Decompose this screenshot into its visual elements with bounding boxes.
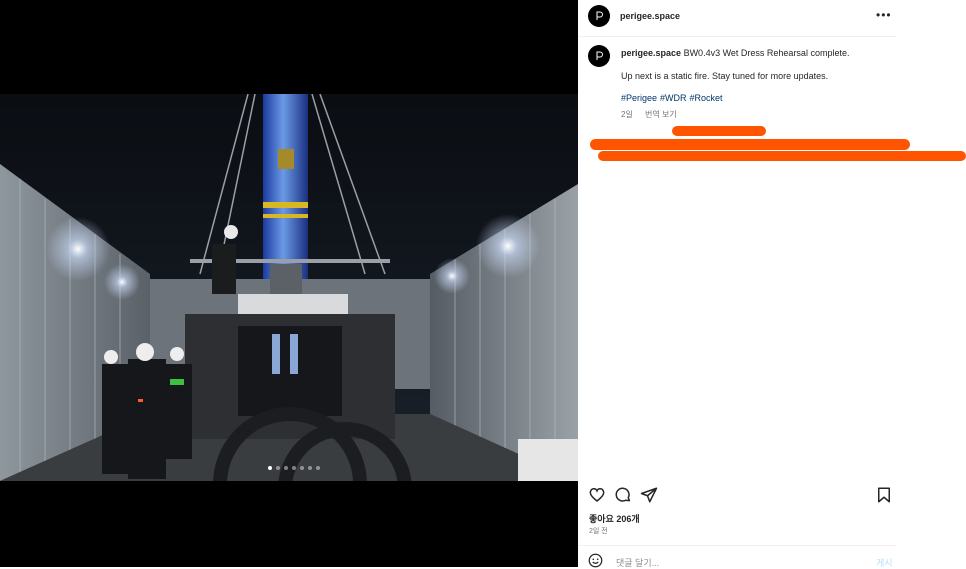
header-username[interactable]: perigee.space	[620, 11, 680, 21]
share-icon[interactable]	[640, 486, 658, 504]
comment-input[interactable]: 댓글 달기...	[616, 556, 659, 569]
caption-line-1: BW0.4v3 Wet Dress Rehearsal complete.	[683, 48, 850, 58]
carousel-dot[interactable]	[316, 466, 320, 470]
caption-age: 2일	[621, 110, 633, 119]
carousel-dot[interactable]	[292, 466, 296, 470]
logo-icon	[596, 51, 603, 60]
caption-avatar[interactable]	[588, 45, 610, 67]
post-time: 2일 전	[589, 528, 608, 535]
carousel-dots	[268, 466, 320, 470]
redaction-mark	[598, 151, 966, 161]
hashtag-link[interactable]: #Perigee	[621, 93, 657, 103]
carousel-dot[interactable]	[300, 466, 304, 470]
carousel-dot[interactable]	[268, 466, 272, 470]
hashtag-link[interactable]: #WDR	[660, 93, 687, 103]
like-count[interactable]: 좋아요 206개	[589, 512, 640, 525]
comment-icon[interactable]	[614, 486, 632, 504]
more-options-icon[interactable]: •••	[876, 9, 892, 21]
action-bar	[588, 486, 893, 504]
post-header: perigee.space •••	[578, 0, 896, 37]
post-photo	[0, 94, 578, 481]
caption-line-2: Up next is a static fire. Stay tuned for…	[621, 71, 829, 81]
carousel-dot[interactable]	[284, 466, 288, 470]
carousel-dot[interactable]	[276, 466, 280, 470]
divider	[578, 545, 896, 546]
hashtags: #Perigee #WDR #Rocket	[621, 93, 726, 103]
hashtag-link[interactable]: #Rocket	[690, 93, 723, 103]
carousel-dot[interactable]	[308, 466, 312, 470]
redaction-mark	[672, 126, 766, 136]
comment-row: 댓글 달기... 게시	[588, 552, 893, 568]
translate-link[interactable]: 번역 보기	[645, 110, 677, 119]
bookmark-icon[interactable]	[875, 486, 893, 504]
redaction-mark	[590, 139, 910, 150]
caption-meta: 2일 번역 보기	[621, 109, 687, 120]
logo-icon	[596, 11, 603, 20]
caption-username[interactable]: perigee.space	[621, 48, 681, 58]
post-media[interactable]	[0, 0, 578, 567]
post-panel: perigee.space ••• perigee.space BW0.4v3 …	[578, 0, 966, 568]
heart-icon[interactable]	[588, 486, 606, 504]
caption: perigee.space BW0.4v3 Wet Dress Rehearsa…	[621, 47, 891, 82]
post-comment-button[interactable]: 게시	[876, 556, 893, 569]
emoji-icon[interactable]	[588, 553, 603, 568]
avatar[interactable]	[588, 5, 610, 27]
